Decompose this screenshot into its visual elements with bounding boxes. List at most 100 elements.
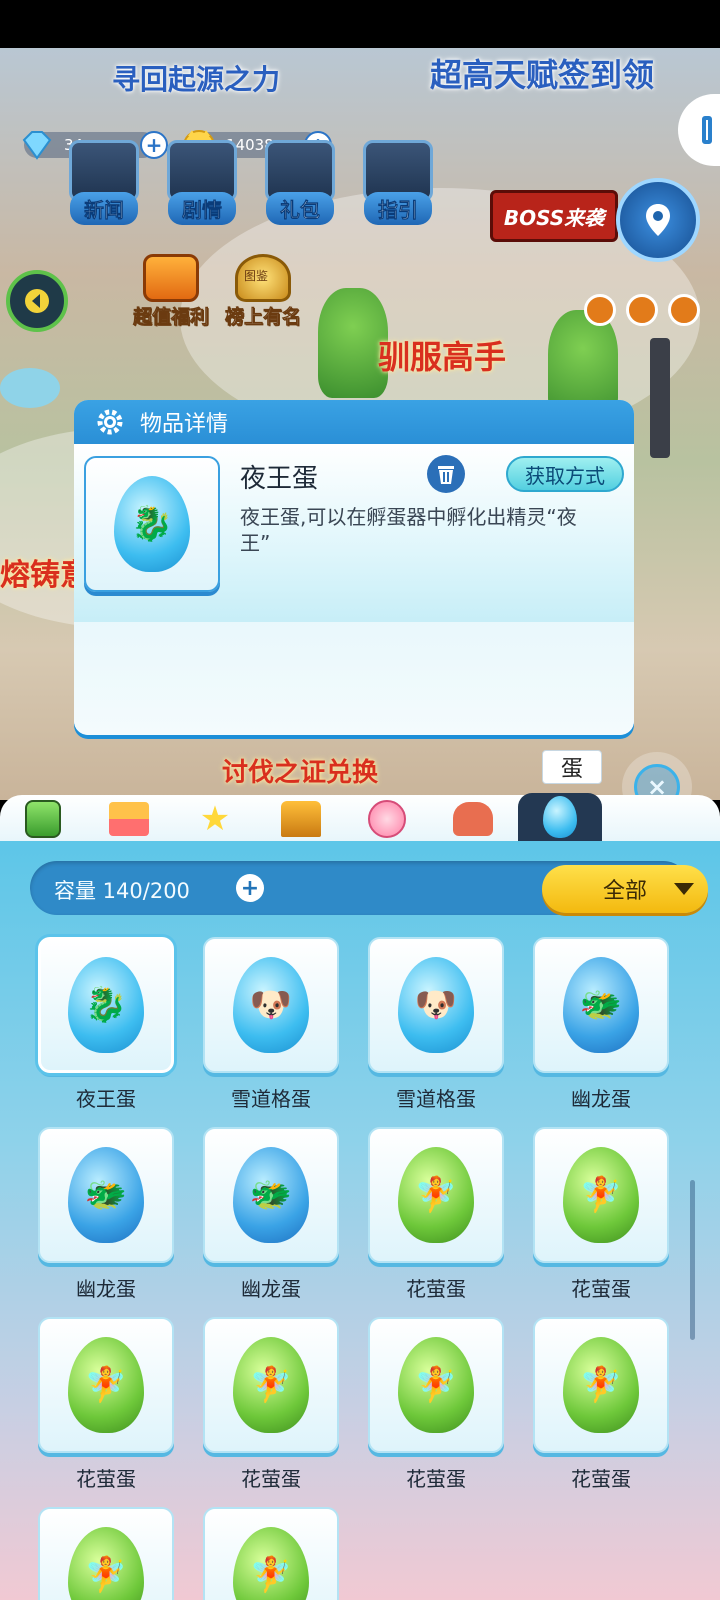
tab-materials[interactable]: [104, 797, 154, 841]
egg-creature-icon: 🧚: [414, 1365, 458, 1405]
egg-icon: 🐲: [233, 1147, 309, 1243]
inventory-item[interactable]: 🧚: [38, 1507, 174, 1600]
rocking-horse-icon: [453, 802, 493, 836]
banner-exchange[interactable]: 讨伐之证兑换: [222, 752, 378, 789]
popup-header: 物品详情: [74, 400, 634, 444]
item-card[interactable]: 🧚: [203, 1507, 339, 1600]
egg-icon: 🐶: [233, 957, 309, 1053]
item-card[interactable]: 🐉: [38, 937, 174, 1073]
inventory-item[interactable]: 🧚 花萤蛋: [533, 1317, 669, 1492]
egg-creature-icon: 🧚: [84, 1555, 128, 1595]
trash-icon[interactable]: [426, 454, 466, 494]
item-card[interactable]: 🧚: [38, 1317, 174, 1453]
battery-icon: [25, 800, 61, 838]
item-card[interactable]: 🐶: [203, 937, 339, 1073]
boss-event-button[interactable]: BOSS来袭: [490, 190, 618, 242]
egg-creature-icon: 🧚: [249, 1555, 293, 1595]
map-button[interactable]: [616, 178, 700, 262]
leaderboard-button[interactable]: 图鉴 榜上有名: [220, 254, 306, 329]
mute-sound-icon[interactable]: [626, 294, 658, 326]
mute-music-icon[interactable]: [584, 294, 616, 326]
egg-creature-icon: 🧚: [84, 1365, 128, 1405]
tab-outfits[interactable]: [362, 797, 412, 841]
story-button[interactable]: 剧情: [158, 140, 246, 225]
item-card[interactable]: 🧚: [38, 1507, 174, 1600]
skip-icon[interactable]: [668, 294, 700, 326]
item-name-label: 夜王蛋: [76, 1087, 136, 1111]
tab-mounts[interactable]: [448, 797, 498, 841]
inventory-item[interactable]: 🧚 花萤蛋: [38, 1317, 174, 1492]
item-card[interactable]: 🧚: [533, 1317, 669, 1453]
item-card[interactable]: 🧚: [533, 1127, 669, 1263]
active-tab-tooltip: 蛋: [542, 750, 602, 784]
tab-badges[interactable]: [276, 797, 326, 841]
diamond-icon: [22, 131, 52, 160]
egg-icon: 🐲: [68, 1147, 144, 1243]
egg-creature-icon: 🐶: [414, 985, 458, 1025]
item-card[interactable]: 🐲: [38, 1127, 174, 1263]
guide-button[interactable]: 指引: [354, 140, 442, 225]
crown-box-icon: [281, 801, 321, 837]
popup-footer: [74, 622, 634, 735]
item-name-label: 花萤蛋: [571, 1467, 631, 1491]
inventory-item[interactable]: 🐶 雪道格蛋: [203, 937, 339, 1112]
item-name-label: 花萤蛋: [406, 1467, 466, 1491]
egg-creature-icon: 🧚: [249, 1365, 293, 1405]
tab-special[interactable]: ★: [190, 797, 240, 841]
value-welfare-button[interactable]: 超值福利: [126, 254, 216, 329]
egg-icon: 🧚: [398, 1337, 474, 1433]
inventory-item[interactable]: 🧚 花萤蛋: [368, 1127, 504, 1302]
item-name-label: 花萤蛋: [76, 1467, 136, 1491]
item-name-label: 雪道格蛋: [396, 1087, 476, 1111]
item-card[interactable]: 🐲: [203, 1127, 339, 1263]
inventory-item[interactable]: 🐶 雪道格蛋: [368, 937, 504, 1112]
filter-dropdown[interactable]: 全部: [542, 865, 708, 913]
egg-icon: 🐶: [398, 957, 474, 1053]
news-label: 新闻: [70, 192, 138, 225]
banner-tame-master[interactable]: 驯服高手: [378, 332, 506, 378]
blocks-icon: [109, 802, 149, 836]
item-card[interactable]: 🐲: [533, 937, 669, 1073]
item-card[interactable]: 🧚: [368, 1317, 504, 1453]
map-pin-icon: [646, 204, 670, 236]
capacity-bar: 容量 140/200 + 全部: [30, 861, 708, 915]
tab-consumables[interactable]: [18, 797, 68, 841]
expand-capacity-button[interactable]: +: [236, 874, 264, 902]
back-arrow-button[interactable]: [6, 270, 68, 332]
item-card[interactable]: 🐶: [368, 937, 504, 1073]
item-card[interactable]: 🧚: [203, 1317, 339, 1453]
scrollbar[interactable]: [690, 1180, 695, 1340]
inventory-item[interactable]: 🐲 幽龙蛋: [203, 1127, 339, 1302]
inventory-item[interactable]: 🐉 夜王蛋: [38, 937, 174, 1112]
capacity-label: 容量 140/200: [54, 879, 190, 903]
item-card[interactable]: 🧚: [368, 1127, 504, 1263]
tab-eggs[interactable]: [518, 793, 602, 841]
egg-creature-icon: 🧚: [579, 1175, 623, 1215]
item-name-label: 花萤蛋: [241, 1467, 301, 1491]
egg-icon: 🐲: [563, 957, 639, 1053]
banner-origin-power[interactable]: 寻回起源之力: [112, 58, 280, 98]
inventory-item[interactable]: 🧚 花萤蛋: [203, 1317, 339, 1492]
egg-icon: 🧚: [68, 1527, 144, 1600]
inventory-item[interactable]: 🧚: [203, 1507, 339, 1600]
inventory-item[interactable]: 🐲 幽龙蛋: [533, 937, 669, 1112]
left-arrow-icon: [25, 289, 49, 313]
inventory-item[interactable]: 🧚 花萤蛋: [368, 1317, 504, 1492]
dress-icon: [368, 800, 406, 838]
news-button[interactable]: 新闻: [60, 140, 148, 225]
item-name-label: 幽龙蛋: [76, 1277, 136, 1301]
banner-sign-in[interactable]: 超高天赋签到领: [430, 50, 654, 96]
inventory-item[interactable]: 🧚 花萤蛋: [533, 1127, 669, 1302]
night-king-egg-icon: 🐉: [114, 476, 190, 572]
obtain-method-button[interactable]: 获取方式: [506, 456, 624, 492]
gift-pack-button[interactable]: 礼包: [256, 140, 344, 225]
egg-icon: 🧚: [563, 1147, 639, 1243]
side-drawer-button[interactable]: [678, 94, 720, 166]
item-name-label: 幽龙蛋: [571, 1087, 631, 1111]
egg-creature-icon: 🐶: [249, 985, 293, 1025]
gift-label: 礼包: [266, 192, 334, 225]
inventory-item[interactable]: 🐲 幽龙蛋: [38, 1127, 174, 1302]
item-name-label: 雪道格蛋: [231, 1087, 311, 1111]
inventory-panel: 容量 140/200 + 全部 🐉 夜王蛋 🐶 雪道格蛋 🐶 雪道格蛋 🐲 幽龙蛋 🐲 幽龙蛋 🐲 幽…: [0, 841, 720, 1600]
gear-icon: [97, 409, 123, 435]
